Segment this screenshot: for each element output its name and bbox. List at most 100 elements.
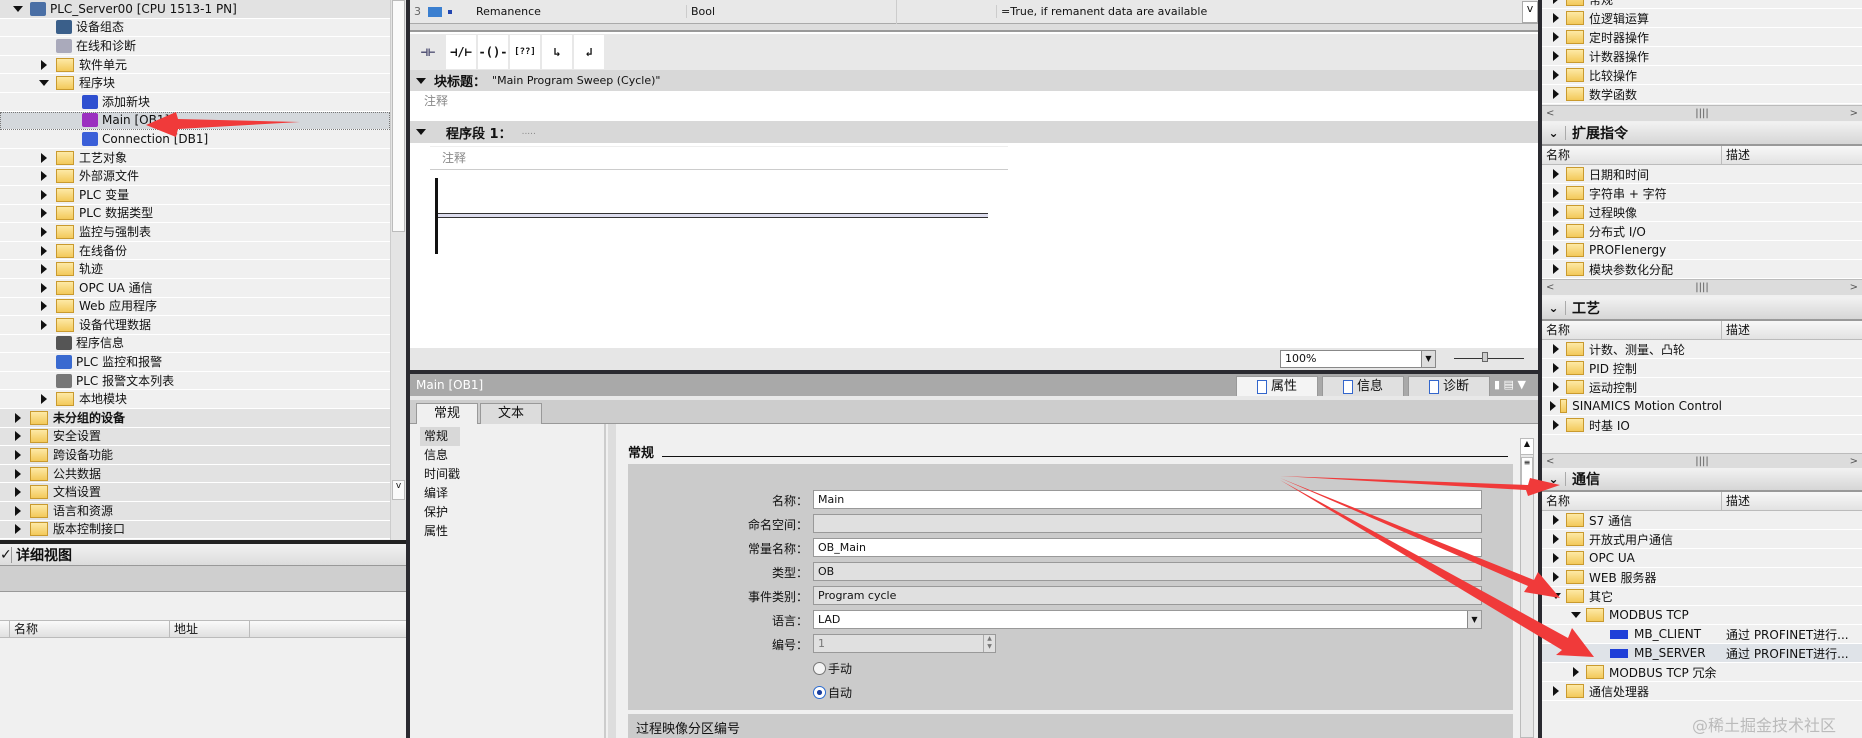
tree-item[interactable]: 安全设置 (0, 427, 390, 447)
expand-icon[interactable] (1550, 169, 1562, 179)
instruction-item[interactable]: OPC UA (1542, 549, 1862, 568)
instruction-item[interactable]: 定时器操作 (1542, 28, 1862, 47)
inspector-nav-item[interactable]: 常规 (420, 427, 460, 446)
empty-box-icon[interactable]: [??] (510, 35, 540, 69)
expand-icon[interactable] (1550, 344, 1562, 354)
instruction-item[interactable]: PROFIenergy (1542, 241, 1862, 260)
tree-item[interactable]: 未分组的设备 (0, 409, 390, 428)
nc-contact-icon[interactable]: ⊣/⊢ (446, 35, 476, 69)
scroll-down-icon[interactable]: v (392, 480, 405, 500)
tree-item[interactable]: 语言和资源 (0, 502, 390, 521)
inspector-nav-item[interactable]: 时间戳 (410, 465, 604, 484)
expand-icon[interactable] (1550, 0, 1562, 4)
tree-item[interactable]: 设备代理数据 (0, 316, 390, 335)
inspector-scrollbar[interactable]: ▲ ≡ (1520, 438, 1534, 738)
expand-icon[interactable] (12, 524, 24, 535)
communication-header[interactable]: ⌄ 通信 (1542, 468, 1862, 492)
inspector-tab-0[interactable]: 属性 (1236, 376, 1318, 398)
instruction-item[interactable]: 字符串 + 字符 (1542, 184, 1862, 203)
expand-icon[interactable] (1550, 70, 1562, 80)
instruction-item[interactable]: 其它 (1542, 587, 1862, 606)
expand-icon[interactable] (1550, 686, 1562, 696)
expand-icon[interactable] (38, 80, 50, 87)
radio-selected-icon[interactable] (813, 686, 826, 699)
horizontal-scrollbar[interactable]: < |||| > (1542, 453, 1862, 469)
instruction-item[interactable]: 开放式用户通信 (1542, 530, 1862, 549)
network-comment[interactable]: 注释 (430, 146, 1008, 170)
instruction-item[interactable]: 常规 (1542, 0, 1862, 9)
instruction-item[interactable]: 位逻辑运算 (1542, 9, 1862, 28)
expand-icon[interactable] (12, 5, 24, 12)
expand-icon[interactable] (38, 152, 50, 163)
expand-icon[interactable] (38, 245, 50, 256)
window-controls-icon[interactable]: ▮ ▤ ▼ (1494, 378, 1526, 391)
radio-icon[interactable] (813, 662, 826, 675)
tree-item[interactable]: 软件单元 (0, 56, 390, 75)
chevron-down-icon[interactable]: ⌄ (1542, 126, 1566, 140)
tree-item[interactable]: PLC 数据类型 (0, 205, 390, 224)
expand-icon[interactable] (1550, 553, 1562, 563)
instruction-item[interactable]: 模块参数化分配 (1542, 260, 1862, 279)
inspector-tab-2[interactable]: 诊断 (1408, 376, 1490, 398)
expand-icon[interactable] (12, 431, 24, 442)
collapse-icon[interactable]: ✓ (0, 546, 12, 563)
block-comment[interactable]: 注释 (424, 92, 448, 109)
dropdown-arrow-icon[interactable]: ▼ (1467, 611, 1481, 628)
nav-splitter[interactable] (608, 424, 616, 738)
expand-icon[interactable] (12, 487, 24, 498)
expand-icon[interactable] (38, 171, 50, 182)
open-branch-icon[interactable]: ↳ (542, 35, 572, 69)
interface-row[interactable]: 3 Remanence Bool =True, if remanent data… (410, 0, 1538, 24)
inspector-tab-1[interactable]: 信息 (1322, 376, 1404, 398)
instruction-item[interactable]: 时基 IO (1542, 416, 1862, 435)
inspector-nav-item[interactable]: 保护 (410, 503, 604, 522)
tree-item[interactable]: 程序信息 (0, 335, 390, 354)
tree-item[interactable]: Connection [DB1] (0, 130, 390, 149)
expand-icon[interactable] (1550, 593, 1562, 599)
scroll-down-icon[interactable]: v (1522, 0, 1538, 23)
subtab-0[interactable]: 常规 (416, 403, 478, 426)
language-select[interactable]: LAD ▼ (813, 610, 1482, 629)
param-type[interactable]: Bool (686, 5, 896, 18)
ladder-rung[interactable] (438, 213, 988, 218)
chevron-down-icon[interactable]: ⌄ (1542, 301, 1566, 315)
expand-icon[interactable] (1550, 382, 1562, 392)
expand-icon[interactable] (1550, 245, 1562, 255)
expand-icon[interactable] (38, 189, 50, 200)
zoom-slider-handle[interactable] (1482, 352, 1488, 362)
column-name[interactable]: 名称 (10, 621, 170, 637)
column-name[interactable]: 名称 (1542, 492, 1722, 510)
expand-icon[interactable] (1550, 226, 1562, 236)
name-field[interactable]: Main (813, 490, 1482, 509)
manual-radio[interactable]: 手动 (813, 660, 852, 677)
instruction-item[interactable]: MODBUS TCP (1542, 606, 1862, 625)
block-title-bar[interactable]: 块标题： "Main Program Sweep (Cycle)" (410, 70, 1538, 91)
instruction-item[interactable]: PID 控制 (1542, 359, 1862, 378)
tree-item[interactable]: 文档设置 (0, 483, 390, 503)
project-tree-scrollbar[interactable]: v (390, 0, 406, 540)
expand-icon[interactable] (12, 505, 24, 516)
inspector-nav-item[interactable]: 编译 (410, 484, 604, 503)
expand-icon[interactable] (38, 264, 50, 275)
auto-radio[interactable]: 自动 (813, 684, 852, 701)
param-name[interactable]: Remanence (476, 5, 686, 18)
tree-item[interactable]: 工艺对象 (0, 149, 390, 168)
tree-item[interactable]: PLC 监控和报警 (0, 353, 390, 372)
constant-name-field[interactable]: OB_Main (813, 538, 1482, 557)
tree-item[interactable]: Main [OB1] (0, 111, 390, 131)
expand-icon[interactable] (38, 319, 50, 330)
expand-icon[interactable] (38, 208, 50, 219)
inspector-nav-item[interactable]: 信息 (410, 446, 604, 465)
expand-icon[interactable] (1550, 363, 1562, 373)
collapse-icon[interactable] (416, 129, 426, 135)
tree-item[interactable]: 添加新块 (0, 93, 390, 112)
expand-icon[interactable] (1550, 89, 1562, 99)
tree-item[interactable]: 设备组态 (0, 19, 390, 38)
instruction-item[interactable]: 过程映像 (1542, 203, 1862, 222)
instruction-item[interactable]: 日期和时间 (1542, 165, 1862, 184)
scroll-thumb[interactable] (392, 0, 405, 232)
expand-icon[interactable] (1550, 13, 1562, 23)
param-comment[interactable]: =True, if remanent data are available (996, 5, 1396, 18)
expand-icon[interactable] (12, 468, 24, 479)
column-name[interactable]: 名称 (1542, 321, 1722, 339)
